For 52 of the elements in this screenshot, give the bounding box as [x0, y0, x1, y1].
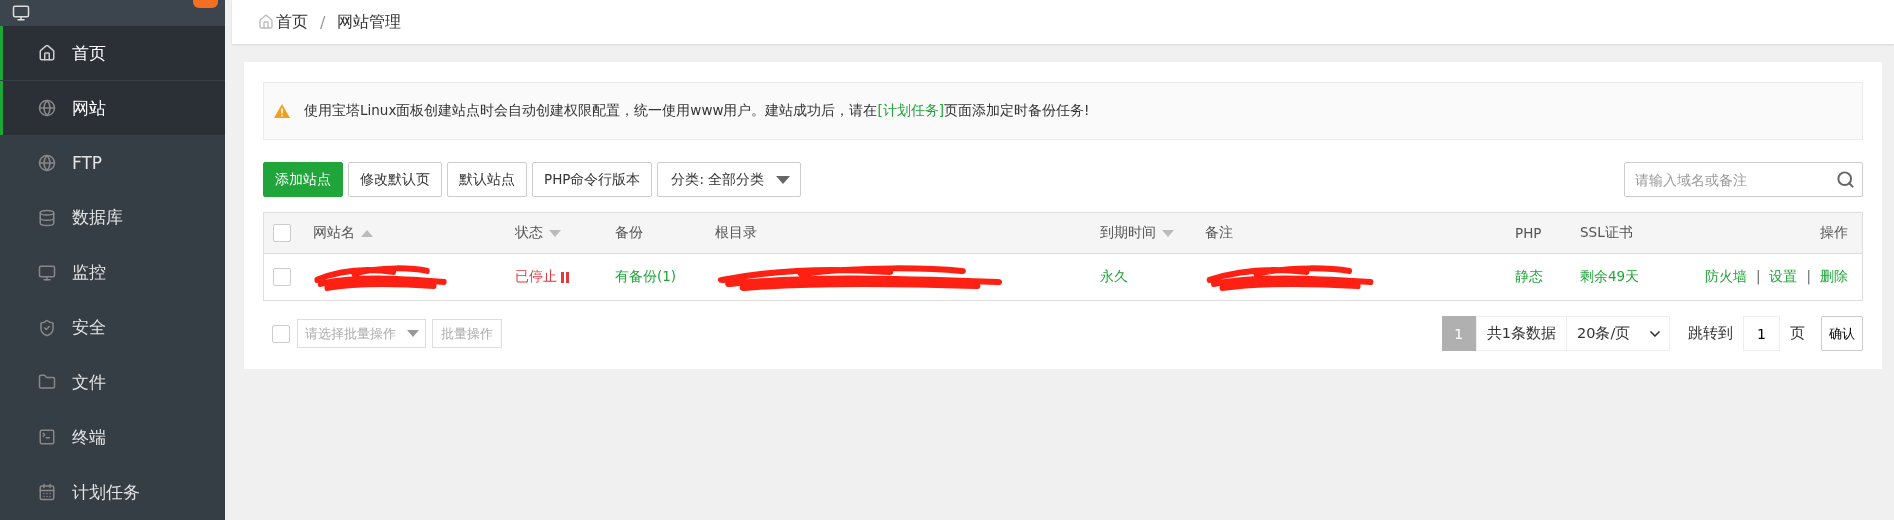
- page-unit: 页: [1790, 324, 1805, 343]
- column-header: 根目录: [714, 224, 758, 242]
- terminal-icon: [38, 428, 56, 447]
- action-separator: |: [1755, 268, 1761, 286]
- breadcrumb-separator: /: [320, 12, 326, 32]
- sort-up-icon[interactable]: [361, 229, 373, 237]
- jump-label: 跳转到: [1688, 324, 1733, 343]
- breadcrumb-link[interactable]: 网站管理: [337, 11, 402, 33]
- sidebar-item[interactable]: 首页: [0, 26, 225, 81]
- page-size-select[interactable]: 20条/页: [1567, 316, 1670, 351]
- caret-icon: [776, 175, 791, 184]
- column-header[interactable]: 到期时间: [1091, 224, 1196, 242]
- shield-icon: [38, 318, 56, 337]
- action-separator: |: [1806, 268, 1811, 286]
- total-count: 共1条数据: [1475, 316, 1567, 351]
- server-icon: [12, 4, 30, 23]
- row-checkbox[interactable]: [273, 268, 291, 286]
- column-header[interactable]: 网站名: [304, 224, 506, 242]
- notification-badge: [193, 0, 218, 8]
- warning-icon: [274, 104, 290, 118]
- column-header: SSL证书: [1579, 224, 1634, 242]
- toolbar-button[interactable]: 修改默认页: [348, 162, 442, 197]
- notice-text: 使用宝塔Linux面板创建站点时会自动创建权限配置，统一使用www用户。建站成功后，请在[计划任务]页面添加定时备份任务!: [304, 102, 1090, 120]
- column-header: 操作: [1819, 224, 1849, 242]
- monitor-icon: [38, 263, 56, 282]
- globe-icon: [38, 99, 56, 118]
- pause-icon: [561, 271, 569, 283]
- caret-icon: [407, 330, 419, 337]
- column-header: 备注: [1204, 224, 1234, 242]
- home-icon: [38, 44, 56, 63]
- batch-checkbox[interactable]: [272, 324, 290, 343]
- search-field[interactable]: 请输入域名或备注: [1624, 162, 1863, 197]
- search-icon[interactable]: [1836, 170, 1855, 189]
- confirm-button[interactable]: 确认: [1821, 316, 1863, 351]
- toolbar-button[interactable]: PHP命令行版本: [532, 162, 653, 197]
- globe-icon: [38, 154, 56, 173]
- sort-down-icon[interactable]: [549, 229, 561, 237]
- column-header[interactable]: 状态: [506, 224, 606, 242]
- database-icon: [38, 208, 56, 227]
- breadcrumb-link[interactable]: 首页: [258, 11, 308, 33]
- column-header: PHP: [1514, 225, 1543, 241]
- sort-down-icon[interactable]: [1162, 229, 1174, 237]
- toolbar-button[interactable]: 默认站点: [447, 162, 527, 197]
- category-select[interactable]: 分类: 全部分类: [657, 162, 802, 197]
- column-header: 备份: [614, 224, 644, 242]
- home-icon: [258, 14, 274, 30]
- folder-icon: [38, 373, 56, 392]
- select-all-checkbox[interactable]: [273, 224, 291, 242]
- calendar-icon: [38, 483, 56, 502]
- page-input[interactable]: 1: [1743, 316, 1780, 351]
- status-text[interactable]: 已停止: [506, 268, 606, 286]
- sidebar-item[interactable]: 网站: [0, 81, 225, 136]
